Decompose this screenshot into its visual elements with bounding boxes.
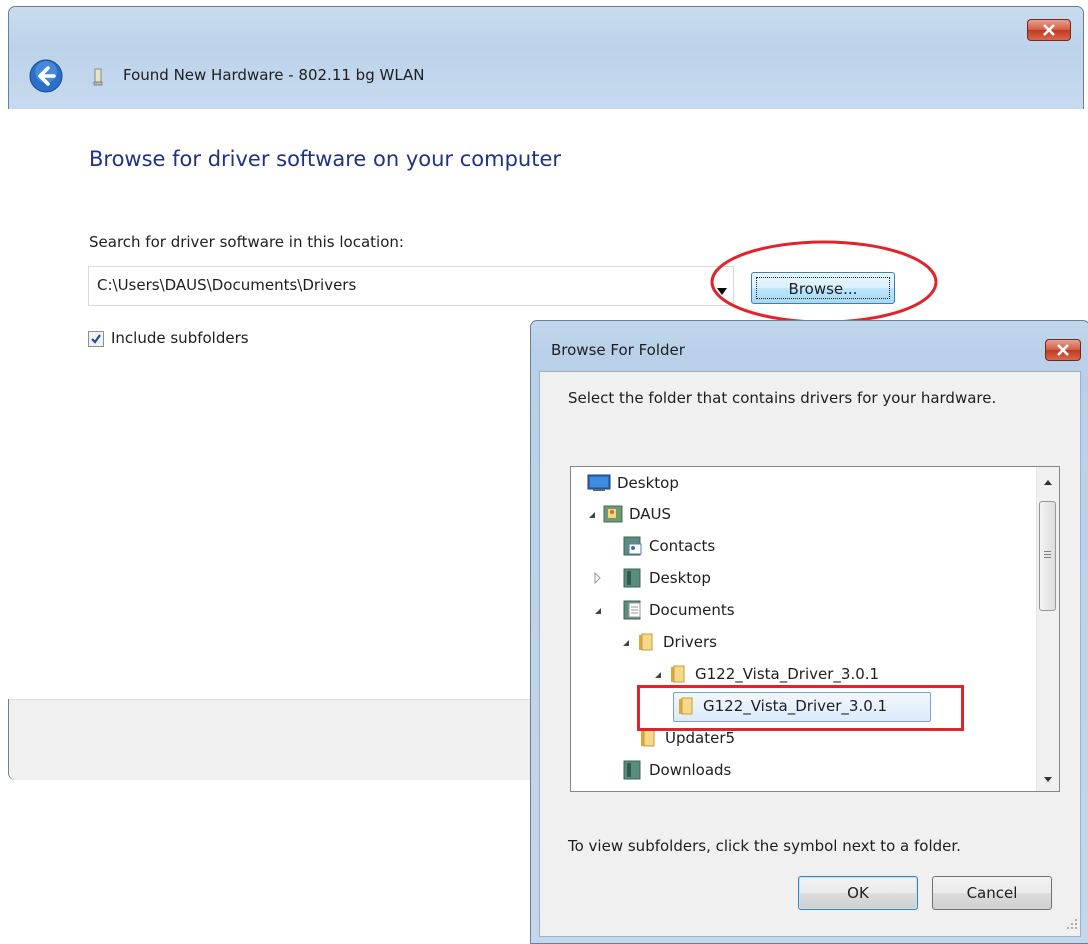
annotation-ellipse xyxy=(710,240,938,324)
tree-item-label: Desktop xyxy=(617,474,679,492)
browse-for-folder-dialog: Browse For Folder Select the folder that… xyxy=(530,320,1088,944)
location-combobox[interactable]: C:\Users\DAUS\Documents\Drivers xyxy=(88,266,734,306)
scrollbar-thumb[interactable] xyxy=(1039,501,1056,611)
scroll-down-arrow-icon[interactable] xyxy=(1042,771,1054,783)
contacts-folder-icon xyxy=(623,536,645,565)
tree-scrollbar[interactable] xyxy=(1036,467,1059,791)
ok-button[interactable]: OK xyxy=(798,876,918,910)
expanded-arrow-icon[interactable] xyxy=(587,500,601,528)
dialog-close-button[interactable] xyxy=(1045,339,1081,361)
tree-item-label: G122_Vista_Driver_3.0.1 xyxy=(695,665,880,683)
dialog-instruction: Select the folder that contains drivers … xyxy=(568,389,997,407)
downloads-folder-icon xyxy=(623,760,645,789)
window-title: Found New Hardware - 802.11 bg WLAN xyxy=(123,66,425,84)
user-folder-icon xyxy=(603,504,625,533)
folder-icon xyxy=(639,728,659,757)
tree-item-label: Contacts xyxy=(649,537,716,555)
grip-icon xyxy=(1044,551,1051,560)
cancel-button[interactable]: Cancel xyxy=(932,876,1052,910)
dialog-body: Select the folder that contains drivers … xyxy=(539,371,1081,937)
tree-item-label: Downloads xyxy=(649,761,732,779)
page-heading: Browse for driver software on your compu… xyxy=(89,147,562,171)
folder-icon xyxy=(677,696,697,725)
expanded-arrow-icon[interactable] xyxy=(593,596,607,624)
desktop-icon xyxy=(587,473,611,502)
back-button[interactable] xyxy=(29,59,63,93)
location-value[interactable]: C:\Users\DAUS\Documents\Drivers xyxy=(97,276,356,294)
tree-item-label: Documents xyxy=(649,601,735,619)
tree-item-label: Desktop xyxy=(649,569,711,587)
expanded-arrow-icon[interactable] xyxy=(653,660,667,688)
checkmark-icon xyxy=(91,334,101,344)
folder-icon xyxy=(637,632,657,661)
search-location-label: Search for driver software in this locat… xyxy=(89,233,404,251)
dialog-title: Browse For Folder xyxy=(551,341,685,359)
include-subfolders-checkbox[interactable] xyxy=(88,331,104,347)
folder-tree[interactable]: Desktop DAUS Contacts Desktop Documents … xyxy=(570,466,1060,792)
include-subfolders-label: Include subfolders xyxy=(111,329,249,347)
close-icon xyxy=(1057,344,1069,356)
dialog-hint: To view subfolders, click the symbol nex… xyxy=(568,837,961,855)
back-arrow-icon xyxy=(29,59,63,93)
wizard-title-bar: Found New Hardware - 802.11 bg WLAN xyxy=(9,47,1083,107)
tree-item-label: DAUS xyxy=(629,505,672,523)
documents-folder-icon xyxy=(623,600,645,629)
hardware-device-icon xyxy=(93,68,103,90)
scroll-up-arrow-icon[interactable] xyxy=(1042,475,1054,487)
close-button[interactable] xyxy=(1027,19,1071,41)
desktop-folder-icon xyxy=(623,568,645,597)
close-icon xyxy=(1043,24,1055,36)
expanded-arrow-icon[interactable] xyxy=(621,628,635,656)
tree-item-label: Drivers xyxy=(663,633,717,651)
resize-grip-icon[interactable] xyxy=(1066,916,1078,934)
tree-item-label: G122_Vista_Driver_3.0.1 xyxy=(703,697,888,715)
collapsed-arrow-icon[interactable] xyxy=(593,564,607,592)
